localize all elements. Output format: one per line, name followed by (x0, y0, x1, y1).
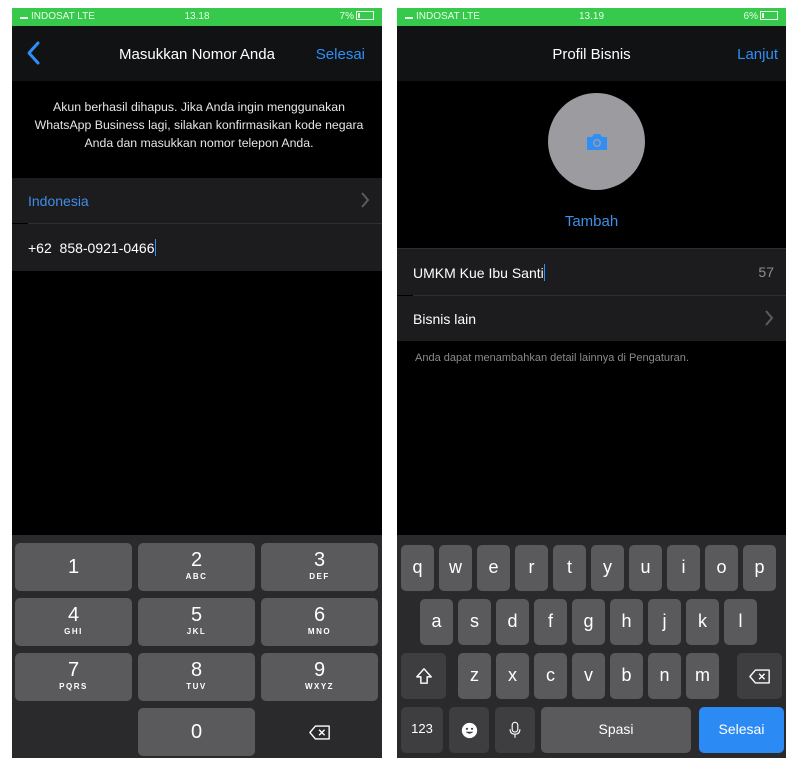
numeric-keypad: 1 2 ABC 3 DEF 4 GHI 5 JKL 6 MNO 7 PQRS 8 TUV 9W… (12, 535, 382, 758)
key-f[interactable]: f (534, 599, 567, 645)
battery-percent: 7% (339, 11, 354, 22)
chevron-right-icon (361, 192, 370, 208)
key-a[interactable]: a (420, 599, 453, 645)
battery-icon (760, 11, 778, 20)
key-1[interactable]: 1 (15, 543, 132, 591)
battery-icon (356, 11, 374, 20)
add-photo-link[interactable]: Tambah (397, 213, 786, 230)
backspace-icon (748, 669, 770, 684)
business-category-selector[interactable]: Bisnis lain (397, 296, 786, 341)
battery-percent: 6% (743, 11, 758, 22)
nav-bar: Masukkan Nomor Anda Selesai (12, 26, 382, 81)
key-t[interactable]: t (553, 545, 586, 591)
key-9[interactable]: 9 WXYZ (261, 653, 378, 701)
key-4[interactable]: 4 GHI (15, 598, 132, 646)
country-label: Indonesia (28, 193, 89, 209)
key-c[interactable]: c (534, 653, 567, 699)
key-o[interactable]: o (705, 545, 738, 591)
key-g[interactable]: g (572, 599, 605, 645)
key-8[interactable]: 8 TUV (138, 653, 255, 701)
key-z[interactable]: z (458, 653, 491, 699)
key-7[interactable]: 7 PQRS (15, 653, 132, 701)
microphone-key[interactable] (495, 707, 535, 753)
keyboard: q w e r t y u i o p a s d f g h j k l z … (397, 535, 786, 758)
key-n[interactable]: n (648, 653, 681, 699)
key-5[interactable]: 5 JKL (138, 598, 255, 646)
business-name-input[interactable]: UMKM Kue Ibu Santi (413, 265, 544, 281)
camera-icon (587, 134, 607, 150)
key-d[interactable]: d (496, 599, 529, 645)
phone-number-screen: INDOSAT LTE 13.18 7% Masukkan Nomor Anda… (12, 8, 382, 758)
emoji-icon (461, 722, 477, 738)
chevron-right-icon (765, 310, 774, 326)
key-e[interactable]: e (477, 545, 510, 591)
key-3[interactable]: 3 DEF (261, 543, 378, 591)
done-key[interactable]: Selesai (699, 707, 784, 753)
status-bar: INDOSAT LTE 13.19 6% (397, 8, 786, 26)
status-time: 13.19 (578, 11, 605, 22)
backspace-icon (308, 725, 330, 740)
settings-hint: Anda dapat menambahkan detail lainnya di… (415, 352, 689, 364)
key-6[interactable]: 6 MNO (261, 598, 378, 646)
text-cursor (154, 239, 156, 256)
character-counter: 57 (758, 264, 774, 280)
phone-number-input[interactable]: 858-0921-0466 (60, 240, 155, 256)
numbers-key[interactable]: 123 (401, 707, 443, 753)
key-x[interactable]: x (496, 653, 529, 699)
space-key[interactable]: Spasi (541, 707, 691, 753)
profile-photo-placeholder[interactable] (548, 93, 645, 190)
key-p[interactable]: p (743, 545, 776, 591)
key-h[interactable]: h (610, 599, 643, 645)
microphone-icon (509, 721, 521, 738)
key-2[interactable]: 2 ABC (138, 543, 255, 591)
backspace-key[interactable] (737, 653, 782, 699)
done-button[interactable]: Selesai (316, 46, 365, 63)
key-i[interactable]: i (667, 545, 700, 591)
next-button[interactable]: Lanjut (737, 46, 778, 63)
key-l[interactable]: l (724, 599, 757, 645)
key-v[interactable]: v (572, 653, 605, 699)
key-j[interactable]: j (648, 599, 681, 645)
country-code: +62 (28, 240, 52, 256)
phone-number-field[interactable]: +62 858-0921-0466 (12, 224, 382, 271)
key-0[interactable]: 0 (138, 708, 255, 756)
page-title: Profil Bisnis (552, 46, 631, 63)
key-y[interactable]: y (591, 545, 624, 591)
emoji-key[interactable] (449, 707, 489, 753)
account-deleted-message: Akun berhasil dihapus. Jika Anda ingin m… (34, 100, 364, 150)
status-bar: INDOSAT LTE 13.18 7% (12, 8, 382, 26)
key-q[interactable]: q (401, 545, 434, 591)
category-label: Bisnis lain (413, 311, 477, 327)
key-k[interactable]: k (686, 599, 719, 645)
key-b[interactable]: b (610, 653, 643, 699)
key-r[interactable]: r (515, 545, 548, 591)
key-w[interactable]: w (439, 545, 472, 591)
shift-key[interactable] (401, 653, 446, 699)
key-s[interactable]: s (458, 599, 491, 645)
key-m[interactable]: m (686, 653, 719, 699)
nav-bar: Profil Bisnis Lanjut (397, 26, 786, 81)
key-u[interactable]: u (629, 545, 662, 591)
business-profile-screen: INDOSAT LTE 13.19 6% Profil Bisnis Lanju… (397, 8, 786, 758)
business-name-field[interactable]: UMKM Kue Ibu Santi 57 (397, 249, 786, 295)
status-time: 13.18 (184, 11, 210, 22)
backspace-key[interactable] (261, 708, 378, 756)
text-cursor (543, 264, 545, 281)
country-selector[interactable]: Indonesia (12, 178, 382, 223)
shift-icon (415, 668, 432, 685)
